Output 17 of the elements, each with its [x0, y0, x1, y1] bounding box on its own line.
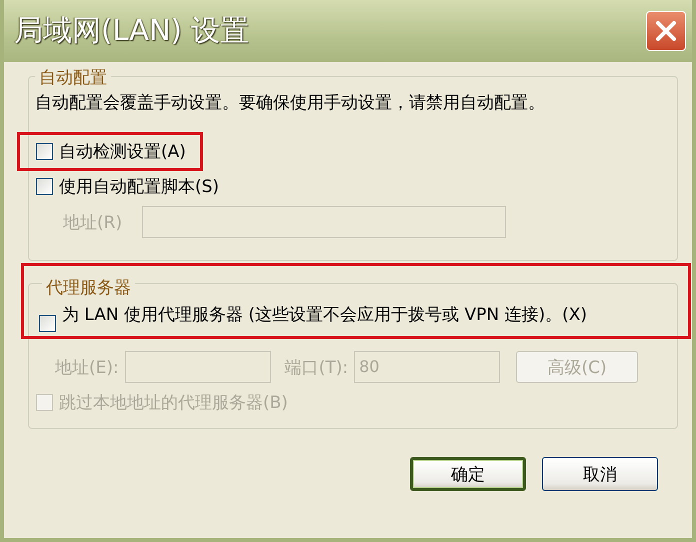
- description-text: 自动配置会覆盖手动设置。要确保使用手动设置，请禁用自动配置。: [35, 92, 546, 114]
- address-field[interactable]: [142, 206, 506, 238]
- ok-button[interactable]: 确定: [410, 457, 526, 491]
- checkbox-label[interactable]: 使用自动配置脚本(S): [59, 175, 220, 198]
- checkbox[interactable]: [36, 143, 53, 160]
- cancel-button[interactable]: 取消: [542, 457, 658, 491]
- checkbox-label[interactable]: 为 LAN 使用代理服务器 (这些设置不会应用于拨号或 VPN 连接)。(X): [62, 305, 662, 326]
- checkbox-label[interactable]: 自动检测设置(A): [59, 140, 186, 163]
- window-title: 局域网(LAN) 设置: [14, 12, 250, 49]
- address-field[interactable]: [124, 351, 271, 383]
- address-label: 地址(R): [63, 212, 122, 234]
- close-icon: [655, 20, 677, 42]
- checkbox[interactable]: [39, 315, 56, 332]
- port-label: 端口(T):: [284, 356, 348, 378]
- close-button[interactable]: [646, 11, 686, 51]
- address-label: 地址(E):: [55, 356, 119, 378]
- checkbox[interactable]: [36, 178, 53, 195]
